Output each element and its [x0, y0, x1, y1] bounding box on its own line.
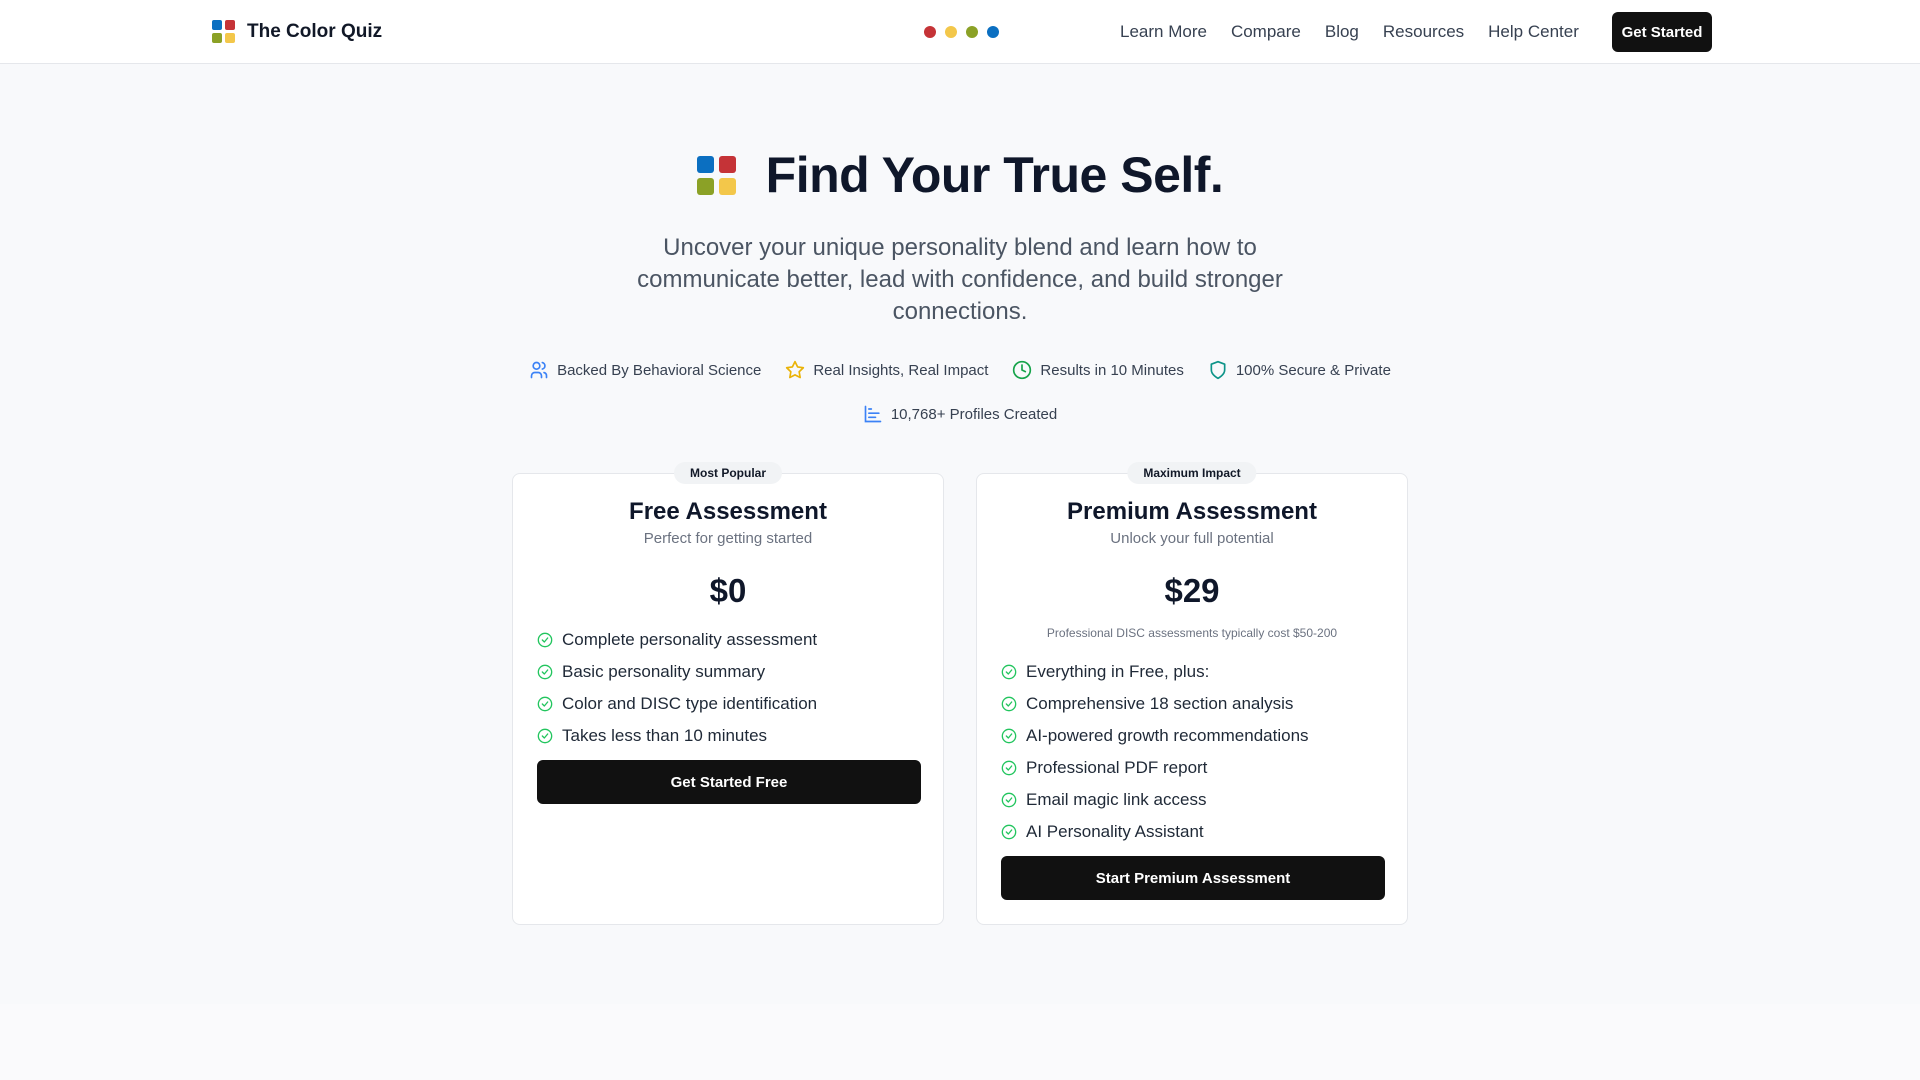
feature-text: AI Personality Assistant: [1026, 822, 1204, 841]
check-circle-icon: [537, 728, 553, 744]
feature-item: 10,768+ Profiles Created: [863, 404, 1057, 424]
feature-item: 100% Secure & Private: [1208, 360, 1391, 380]
feature-highlights: Backed By Behavioral Science Real Insigh…: [0, 360, 1920, 380]
list-item: Everything in Free, plus:: [1001, 656, 1309, 688]
shield-icon: [1210, 360, 1226, 380]
plan-price: $29: [1164, 572, 1220, 609]
list-item: Complete personality assessment: [537, 624, 817, 656]
feature-item: Results in 10 Minutes: [1012, 360, 1184, 380]
clock-icon: [1013, 360, 1032, 380]
check-circle-icon: [1001, 760, 1017, 776]
feature-text: Complete personality assessment: [562, 630, 818, 649]
check-circle-icon: [1001, 696, 1017, 712]
feature-label: 100% Secure & Private: [1235, 361, 1391, 379]
check-circle-icon: [1001, 824, 1017, 840]
yellow-dot-icon: [945, 26, 957, 38]
feature-text: Basic personality summary: [562, 662, 766, 681]
main-nav: Learn More Compare Blog Resources Help C…: [1120, 22, 1579, 42]
nav-compare[interactable]: Compare: [1231, 22, 1301, 42]
plan-feature-list: Everything in Free, plus: Comprehensive …: [1001, 656, 1309, 848]
free-plan-card: Most Popular Free Assessment Perfect for…: [512, 462, 944, 925]
feature-text: Everything in Free, plus:: [1026, 662, 1210, 681]
list-item: Takes less than 10 minutes: [537, 720, 817, 752]
profiles-count: 10,768+ Profiles Created: [0, 404, 1920, 424]
get-started-button[interactable]: Get Started: [1612, 12, 1712, 52]
feature-item: Real Insights, Real Impact: [785, 360, 988, 380]
check-circle-icon: [537, 696, 553, 712]
nav-blog[interactable]: Blog: [1325, 22, 1359, 42]
feature-item: Backed By Behavioral Science: [529, 360, 761, 380]
list-item: AI Personality Assistant: [1001, 816, 1309, 848]
feature-text: Color and DISC type identification: [562, 694, 818, 713]
premium-plan-card: Maximum Impact Premium Assessment Unlock…: [976, 462, 1408, 925]
plan-tagline: Perfect for getting started: [643, 530, 813, 547]
nav-help-center[interactable]: Help Center: [1488, 22, 1579, 42]
feature-label: Backed By Behavioral Science: [557, 361, 762, 379]
plan-feature-list: Complete personality assessment Basic pe…: [537, 624, 817, 752]
plan-tagline: Unlock your full potential: [1110, 530, 1274, 547]
check-circle-icon: [1001, 664, 1017, 680]
users-icon: [530, 361, 548, 379]
list-item: Professional PDF report: [1001, 752, 1309, 784]
hero-heading: Find Your True Self.: [0, 146, 1920, 204]
feature-label: Results in 10 Minutes: [1040, 361, 1184, 379]
feature-text: Takes less than 10 minutes: [562, 726, 768, 745]
plan-price: $0: [709, 572, 747, 609]
hero-subtitle: Uncover your unique personality blend an…: [637, 234, 1283, 325]
list-item: Email magic link access: [1001, 784, 1309, 816]
list-item: Color and DISC type identification: [537, 688, 817, 720]
get-started-free-button[interactable]: Get Started Free: [537, 760, 921, 804]
star-icon: [786, 360, 805, 379]
color-dots: [924, 26, 999, 38]
feature-text: AI-powered growth recommendations: [1026, 726, 1309, 745]
nav-learn-more[interactable]: Learn More: [1120, 22, 1207, 42]
start-premium-assessment-button[interactable]: Start Premium Assessment: [1001, 856, 1385, 900]
plan-title: Premium Assessment: [1067, 498, 1317, 525]
check-circle-icon: [1001, 728, 1017, 744]
nav-resources[interactable]: Resources: [1383, 22, 1464, 42]
brand-name: The Color Quiz: [247, 20, 383, 42]
blue-dot-icon: [987, 26, 999, 38]
feature-text: Email magic link access: [1026, 790, 1207, 809]
price-comparison-note: Professional DISC assessments typically …: [1046, 626, 1338, 640]
most-popular-badge: Most Popular: [673, 462, 783, 484]
plan-title: Free Assessment: [629, 498, 827, 525]
hero-title: Find Your True Self.: [765, 147, 1224, 203]
list-item: Comprehensive 18 section analysis: [1001, 688, 1309, 720]
check-circle-icon: [537, 664, 553, 680]
lower-section: [0, 1004, 1920, 1080]
color-grid-logo-icon: [212, 20, 235, 43]
maximum-impact-badge: Maximum Impact: [1127, 462, 1257, 484]
feature-label: Real Insights, Real Impact: [813, 361, 989, 379]
feature-text: Comprehensive 18 section analysis: [1026, 694, 1294, 713]
feature-text: Professional PDF report: [1026, 758, 1208, 777]
green-dot-icon: [966, 26, 978, 38]
list-item: AI-powered growth recommendations: [1001, 720, 1309, 752]
brand[interactable]: The Color Quiz: [212, 20, 382, 43]
list-item: Basic personality summary: [537, 656, 817, 688]
check-circle-icon: [537, 632, 553, 648]
red-dot-icon: [924, 26, 936, 38]
color-grid-logo-icon: [696, 155, 736, 195]
bar-chart-icon: [864, 405, 882, 423]
profiles-label: 10,768+ Profiles Created: [890, 405, 1058, 423]
check-circle-icon: [1001, 792, 1017, 808]
top-navigation-bar: The Color Quiz Learn More Compare Blog R…: [0, 0, 1920, 64]
